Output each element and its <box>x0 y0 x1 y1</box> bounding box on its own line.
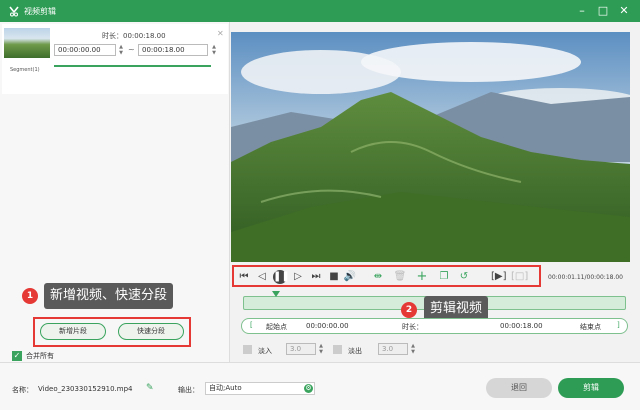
merge-all-checkbox[interactable]: ✓ <box>12 351 22 361</box>
start-stepper[interactable]: ▲ ▼ <box>118 44 124 56</box>
output-label: 输出： <box>178 386 199 394</box>
jump-end-icon[interactable]: ⏭ <box>309 270 323 284</box>
maximize-button[interactable]: □ <box>596 4 610 18</box>
range-bar: [ 起始点 00:00:00.00 时长： 00:00:18.00 结束点 ] <box>241 318 628 334</box>
start-point-button[interactable]: 起始点 <box>266 322 287 332</box>
playback-time: 00:00:01.11/00:00:18.00 <box>548 274 623 281</box>
name-label: 名称： <box>12 386 33 394</box>
segment-delete-icon[interactable]: ✕ <box>217 29 224 38</box>
title-bar: 视频剪辑 – □ ✕ <box>0 0 640 22</box>
cut-button[interactable]: 剪辑 <box>558 378 624 398</box>
range-duration-label: 时长： <box>402 323 423 331</box>
segment-thumbnail <box>4 28 50 58</box>
playhead-marker[interactable] <box>272 291 280 297</box>
minimize-button[interactable]: – <box>575 4 589 18</box>
pause-icon[interactable]: ❚❚ <box>273 270 290 284</box>
output-file-name: Video_230330152910.mp4 <box>38 385 133 393</box>
playback-controls: ⏮ ◁ ❚❚ ▷ ⏭ ■ 🔊 ⇹ 🗑 + ❐ ↺ [▶] [□] <box>231 266 531 288</box>
edit-name-icon[interactable]: ✎ <box>146 383 154 393</box>
segment-progress <box>54 65 211 67</box>
video-preview[interactable] <box>231 32 630 262</box>
copy-icon[interactable]: ❐ <box>437 270 451 284</box>
end-stepper[interactable]: ▲ ▼ <box>211 44 217 56</box>
mark-out-icon[interactable]: [□] <box>511 270 528 284</box>
annotation-one-badge: 1 <box>22 288 38 304</box>
segment-duration: 时长：00:00:18.00 <box>102 32 166 40</box>
quick-split-button[interactable]: 快速分段 <box>118 323 184 340</box>
annotation-two-badge: 2 <box>401 302 417 318</box>
annotation-one-text: 新增视频、快速分段 <box>44 283 174 309</box>
back-button[interactable]: 退回 <box>486 378 552 398</box>
step-back-icon[interactable]: ◁ <box>255 270 269 284</box>
gear-icon[interactable]: ⚙ <box>304 384 313 393</box>
segment-panel: Segment(1) 时长：00:00:18.00 00:00:00.00 ▲ ▼… <box>0 22 230 362</box>
fade-in-checkbox[interactable] <box>243 345 252 354</box>
fade-out-input[interactable]: 3.0 <box>378 343 408 355</box>
fade-out-stepper[interactable]: ▲ ▼ <box>410 343 416 355</box>
segment-label: Segment(1) <box>10 67 40 73</box>
fade-out-checkbox[interactable] <box>333 345 342 354</box>
segment-card[interactable]: Segment(1) 时长：00:00:18.00 00:00:00.00 ▲ ▼… <box>2 24 228 94</box>
fade-in-stepper[interactable]: ▲ ▼ <box>318 343 324 355</box>
step-forward-icon[interactable]: ▷ <box>291 270 305 284</box>
end-point-button[interactable]: 结束点 <box>580 322 601 332</box>
app-logo-icon <box>9 6 19 17</box>
add-icon[interactable]: + <box>415 270 429 284</box>
output-format-select[interactable]: 自动;Auto <box>205 382 315 395</box>
window-title: 视频剪辑 <box>24 7 56 16</box>
segment-end-input[interactable]: 00:00:18.00 <box>138 44 208 56</box>
start-bracket-icon: [ <box>250 321 253 329</box>
range-separator: ~ <box>128 45 135 54</box>
segment-start-input[interactable]: 00:00:00.00 <box>54 44 116 56</box>
merge-all-label: 合并所有 <box>26 352 54 360</box>
fade-in-input[interactable]: 3.0 <box>286 343 316 355</box>
delete-icon[interactable]: 🗑 <box>393 270 407 284</box>
volume-icon[interactable]: 🔊 <box>343 270 357 284</box>
stop-icon[interactable]: ■ <box>327 270 341 284</box>
fade-in-label: 淡入 <box>258 347 272 355</box>
jump-start-icon[interactable]: ⏮ <box>237 270 251 284</box>
range-end-input[interactable]: 00:00:18.00 <box>500 322 543 330</box>
split-icon[interactable]: ⇹ <box>371 270 385 284</box>
add-segment-button[interactable]: 新增片段 <box>40 323 106 340</box>
reset-icon[interactable]: ↺ <box>457 270 471 284</box>
fade-out-label: 淡出 <box>348 347 362 355</box>
end-bracket-icon: ] <box>617 321 620 329</box>
range-start-input[interactable]: 00:00:00.00 <box>306 322 349 330</box>
mark-in-icon[interactable]: [▶] <box>491 270 507 284</box>
close-button[interactable]: ✕ <box>617 4 631 18</box>
